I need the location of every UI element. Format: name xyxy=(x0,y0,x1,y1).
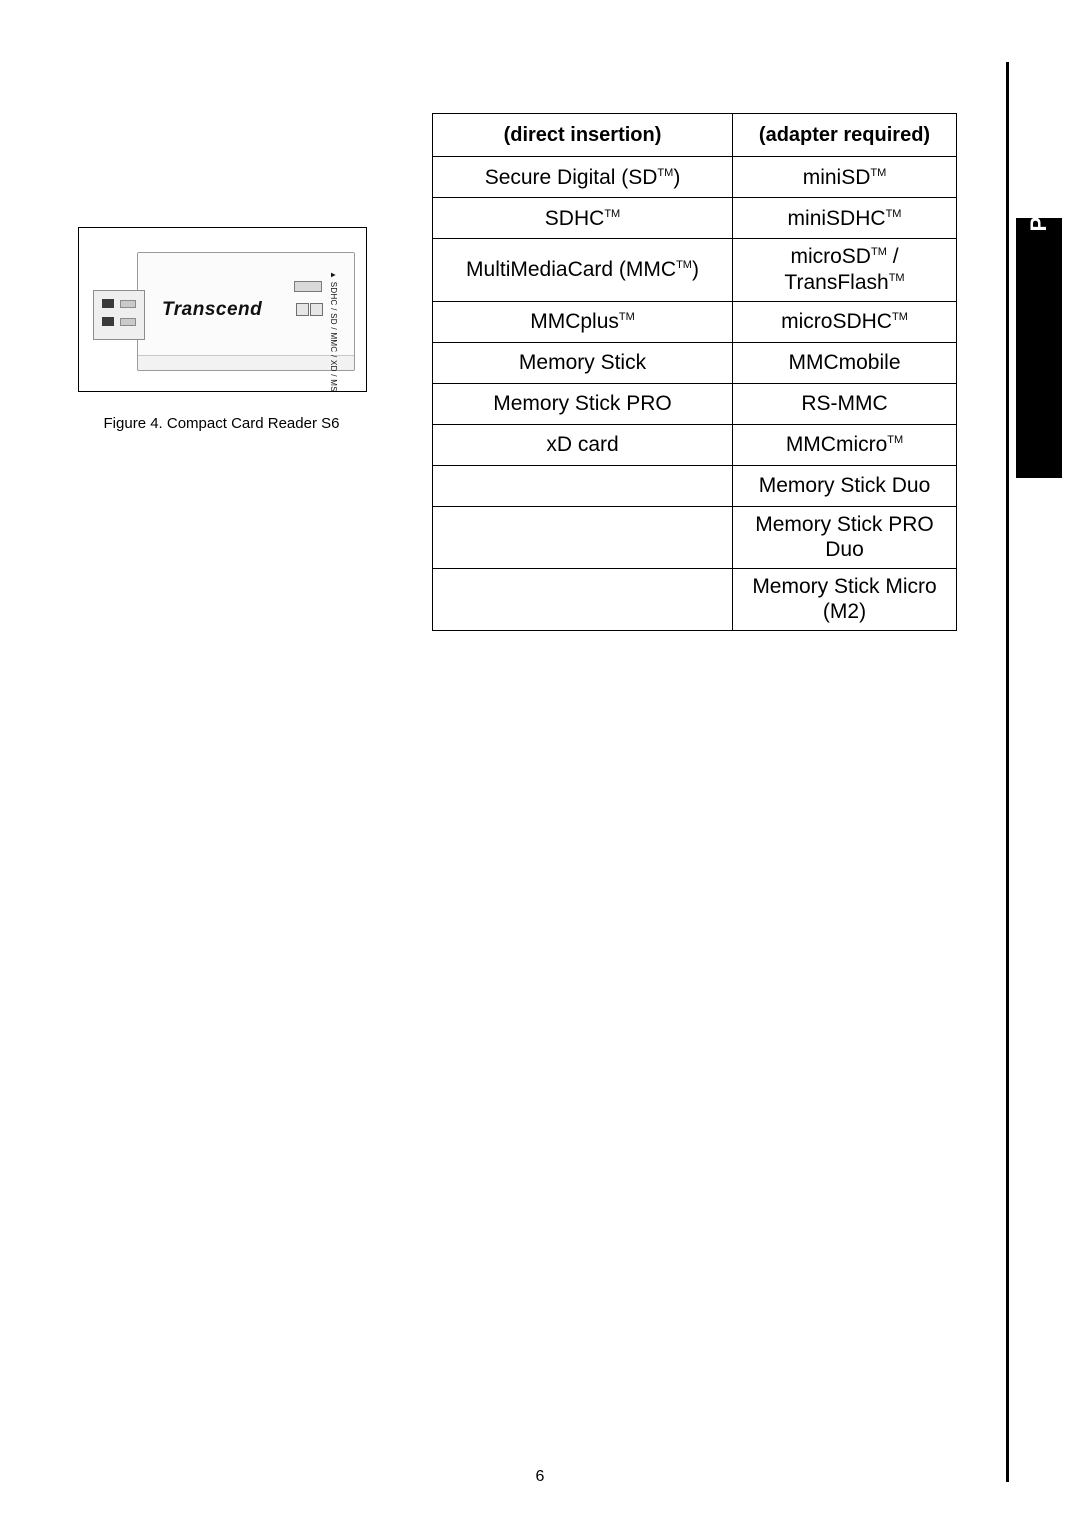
trademark-icon: TM xyxy=(870,166,887,179)
table-row: Memory Stick MMCmobile xyxy=(432,341,957,384)
table-row: SDHCTM miniSDHCTM xyxy=(432,197,957,240)
slot-indicator-1 xyxy=(296,303,309,316)
table-header-row: (direct insertion) (adapter required) xyxy=(432,112,957,158)
cell-adapter-required: Memory Stick Duo xyxy=(732,464,957,507)
trademark-icon: TM xyxy=(657,166,674,179)
cell-adapter-required: Memory Stick PRO Duo xyxy=(732,505,957,569)
usb-pin-2 xyxy=(102,317,114,326)
cell-adapter-required: RS-MMC xyxy=(732,382,957,425)
cell-direct-insertion: xD card xyxy=(432,423,733,466)
table-row: Memory Stick Micro (M2) xyxy=(432,567,957,632)
trademark-icon: TM xyxy=(891,310,908,323)
section-tab-label: Product Overview xyxy=(1026,36,1051,232)
cell-direct-insertion xyxy=(432,567,733,632)
cell-direct-insertion: MultiMediaCard (MMCTM) xyxy=(432,238,733,302)
card-slot-opening xyxy=(294,281,322,292)
table-row: xD card MMCmicroTM xyxy=(432,423,957,466)
page-number: 6 xyxy=(535,1468,545,1485)
cell-adapter-required: microSDHCTM xyxy=(732,300,957,343)
trademark-icon: TM xyxy=(887,433,904,446)
trademark-icon: TM xyxy=(676,259,692,272)
usb-contact-1 xyxy=(120,300,136,308)
figure-card-reader: Transcend ▲ SDHC / SD / MMC / XD / MS xyxy=(78,227,367,392)
table-row: MultiMediaCard (MMCTM) microSDTM / TransF… xyxy=(432,238,957,302)
cell-adapter-required: MMCmicroTM xyxy=(732,423,957,466)
cell-adapter-required: miniSDHCTM xyxy=(732,197,957,240)
trademark-icon: TM xyxy=(618,310,635,323)
usb-contact-2 xyxy=(120,318,136,326)
trademark-icon: TM xyxy=(888,272,905,284)
card-slot-panel: ▲ SDHC / SD / MMC / XD / MS xyxy=(294,271,338,392)
cell-adapter-required: microSDTM / TransFlashTM xyxy=(732,238,957,302)
table-row: Secure Digital (SDTM) miniSDTM xyxy=(432,156,957,199)
trademark-icon: TM xyxy=(870,246,887,259)
cell-direct-insertion xyxy=(432,464,733,507)
figure-caption: Figure 4. Compact Card Reader S6 xyxy=(103,415,340,432)
header-direct-insertion: (direct insertion) xyxy=(432,112,733,158)
reader-body: Transcend ▲ SDHC / SD / MMC / XD / MS xyxy=(137,252,355,392)
trademark-icon: TM xyxy=(604,207,621,220)
usb-connector xyxy=(93,290,145,340)
slot-indicator-2 xyxy=(310,303,323,316)
cell-direct-insertion: Secure Digital (SDTM) xyxy=(432,156,733,199)
cell-direct-insertion: SDHCTM xyxy=(432,197,733,240)
table-row: Memory Stick PRO RS-MMC xyxy=(432,382,957,425)
brand-label: Transcend xyxy=(162,299,263,320)
table-body: Secure Digital (SDTM) miniSDTM SDHCTM miniS… xyxy=(432,156,957,632)
table-row: MMCplusTM microSDHCTM xyxy=(432,300,957,343)
table-row: Memory Stick PRO Duo xyxy=(432,505,957,569)
page-edge-rule xyxy=(1006,62,1009,1482)
supported-cards-table: (direct insertion) (adapter required) Se… xyxy=(432,112,957,632)
cell-direct-insertion: Memory Stick PRO xyxy=(432,382,733,425)
cell-adapter-required: Memory Stick Micro (M2) xyxy=(732,567,957,632)
cell-direct-insertion xyxy=(432,505,733,569)
table-row: Memory Stick Duo xyxy=(432,464,957,507)
cell-direct-insertion: Memory Stick xyxy=(432,341,733,384)
cell-adapter-required: MMCmobile xyxy=(732,341,957,384)
usb-pin-1 xyxy=(102,299,114,308)
trademark-icon: TM xyxy=(885,207,902,220)
slot-format-label: ▲ SDHC / SD / MMC / XD / MS xyxy=(329,271,338,392)
cell-direct-insertion: MMCplusTM xyxy=(432,300,733,343)
header-adapter-required: (adapter required) xyxy=(732,112,957,158)
cell-adapter-required: miniSDTM xyxy=(732,156,957,199)
